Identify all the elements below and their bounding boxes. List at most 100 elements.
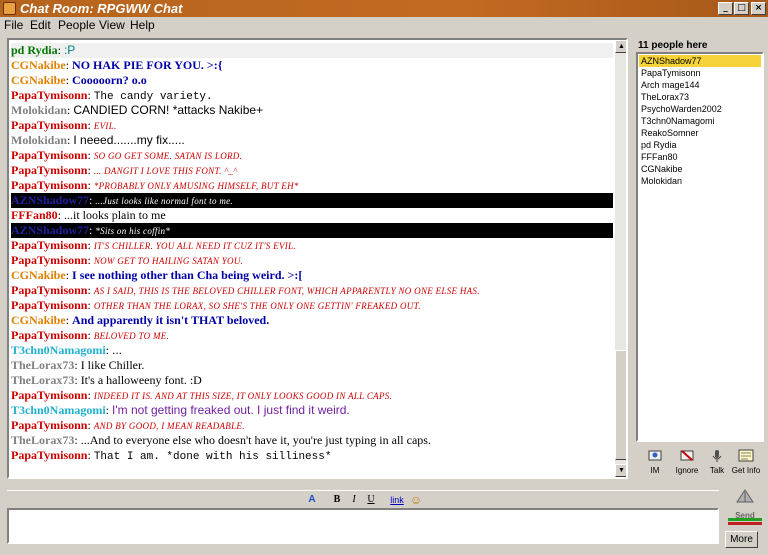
bold-button[interactable]: B xyxy=(330,493,344,507)
chat-nick[interactable]: PapaTymisonn xyxy=(11,298,87,312)
underline-button[interactable]: U xyxy=(364,493,378,507)
get-info-button[interactable]: Get Info xyxy=(731,446,761,478)
chat-message: CGNakibe: I see nothing other than Cha b… xyxy=(11,268,613,283)
smiley-button[interactable]: ☺ xyxy=(409,493,423,507)
chat-text: The candy variety. xyxy=(93,91,213,103)
user-list-item[interactable]: AZNShadow77 xyxy=(639,55,761,67)
chat-message: PapaTymisonn: INDEED IT IS. AND AT THIS … xyxy=(11,388,613,403)
chat-text: IT'S CHILLER. YOU ALL NEED IT CUZ IT'S E… xyxy=(93,241,296,251)
user-list-item[interactable]: PsychoWarden2002 xyxy=(639,103,761,115)
user-list-item[interactable]: pd Rydia xyxy=(639,139,761,151)
chat-message: FFFan80: ...it looks plain to me xyxy=(11,208,613,223)
menu-help[interactable]: Help xyxy=(130,18,155,32)
chat-nick[interactable]: PapaTymisonn xyxy=(11,253,87,267)
maximize-button[interactable]: □ xyxy=(734,2,749,15)
chat-nick[interactable]: TheLorax73 xyxy=(11,433,74,447)
user-list-item[interactable]: Arch mage144 xyxy=(639,79,761,91)
user-list[interactable]: AZNShadow77 PapaTymisonn Arch mage144 TheLo… xyxy=(636,52,764,442)
chat-nick[interactable]: AZNShadow77 xyxy=(11,223,89,237)
user-list-item[interactable]: TheLorax73 xyxy=(639,91,761,103)
user-list-item[interactable]: Molokidan xyxy=(639,175,761,187)
chat-nick[interactable]: CGNakibe xyxy=(11,313,66,327)
chat-log[interactable]: pd Rydia: :P CGNakibe: NO HAK PIE FOR YOU… xyxy=(7,38,628,479)
chat-nick[interactable]: FFFan80 xyxy=(11,208,58,222)
chat-nick[interactable]: PapaTymisonn xyxy=(11,163,87,177)
chat-nick[interactable]: Molokidan xyxy=(11,133,67,147)
scroll-up-arrow[interactable]: ▲ xyxy=(615,40,626,53)
chat-text: And apparently it isn't THAT beloved. xyxy=(72,313,270,327)
chat-nick[interactable]: PapaTymisonn xyxy=(11,448,87,462)
user-actions: IM Ignore Talk Get Info xyxy=(638,446,762,478)
chat-text: *PROBABLY ONLY AMUSING HIMSELF, BUT EH* xyxy=(93,181,299,191)
talk-button[interactable]: Talk xyxy=(702,446,732,478)
chat-message: Molokidan: CANDIED CORN! *attacks Nakibe… xyxy=(11,103,613,118)
user-list-item[interactable]: ReakoSomner xyxy=(639,127,761,139)
chat-text: CANDIED CORN! *attacks Nakibe+ xyxy=(73,103,264,117)
ignore-icon xyxy=(680,450,694,461)
chat-nick[interactable]: pd Rydia xyxy=(11,43,58,57)
ignore-button[interactable]: Ignore xyxy=(672,446,702,478)
chat-message: PapaTymisonn: AS I SAID, THIS IS THE BEL… xyxy=(11,283,613,298)
font-size-button[interactable]: A xyxy=(305,493,319,507)
chat-message: PapaTymisonn: OTHER THAN THE LORAX, SO S… xyxy=(11,298,613,313)
chat-text: ... xyxy=(112,343,123,357)
chat-nick[interactable]: Molokidan xyxy=(11,103,67,117)
chat-nick[interactable]: TheLorax73 xyxy=(11,373,74,387)
warning-meter xyxy=(728,518,762,525)
im-button[interactable]: IM xyxy=(640,446,670,478)
chat-message: PapaTymisonn: NOW GET TO HAILING SATAN Y… xyxy=(11,253,613,268)
chat-nick[interactable]: T3chn0Namagomi xyxy=(11,343,106,357)
people-count: 11 people here xyxy=(638,40,708,51)
chat-nick[interactable]: PapaTymisonn xyxy=(11,418,87,432)
chat-text: Cooooorn? o.o xyxy=(72,73,147,87)
menu-people[interactable]: People xyxy=(58,18,95,32)
chat-message: CGNakibe: And apparently it isn't THAT b… xyxy=(11,313,613,328)
chat-text: I see nothing other than Cha being weird… xyxy=(72,268,303,282)
scroll-down-arrow[interactable]: ▼ xyxy=(615,464,626,477)
chat-text: OTHER THAN THE LORAX, SO SHE'S THE ONLY … xyxy=(93,301,421,311)
chat-message: CGNakibe: NO HAK PIE FOR YOU. >:{ xyxy=(11,58,613,73)
user-list-item[interactable]: PapaTymisonn xyxy=(639,67,761,79)
chat-nick[interactable]: T3chn0Namagomi xyxy=(11,403,106,417)
menu-file[interactable]: File xyxy=(4,18,23,32)
chat-nick[interactable]: PapaTymisonn xyxy=(11,118,87,132)
chat-message: PapaTymisonn: IT'S CHILLER. YOU ALL NEED… xyxy=(11,238,613,253)
user-list-item[interactable]: FFFan80 xyxy=(639,151,761,163)
chat-nick[interactable]: CGNakibe xyxy=(11,58,66,72)
chat-nick[interactable]: PapaTymisonn xyxy=(11,178,87,192)
info-icon xyxy=(738,449,754,462)
chat-nick[interactable]: PapaTymisonn xyxy=(11,238,87,252)
chat-text: It's a halloweeny font. :D xyxy=(80,373,202,387)
user-list-item[interactable]: T3chn0Namagomi xyxy=(639,115,761,127)
scroll-thumb[interactable] xyxy=(615,350,626,460)
chat-message: TheLorax73: I like Chiller. xyxy=(11,358,613,373)
user-list-item[interactable]: CGNakibe xyxy=(639,163,761,175)
more-button[interactable]: More xyxy=(725,531,758,548)
chat-text: ...it looks plain to me xyxy=(64,208,166,222)
menu-view[interactable]: View xyxy=(99,18,125,32)
chat-nick[interactable]: CGNakibe xyxy=(11,268,66,282)
chat-text: NO HAK PIE FOR YOU. >:{ xyxy=(72,58,223,72)
chat-scrollbar[interactable]: ▲ ▼ xyxy=(615,40,626,477)
message-input[interactable] xyxy=(7,508,719,544)
send-button[interactable]: Send xyxy=(728,488,762,520)
talk-label: Talk xyxy=(709,466,725,475)
chat-nick[interactable]: PapaTymisonn xyxy=(11,88,87,102)
minimize-button[interactable]: _ xyxy=(718,2,733,15)
chat-nick[interactable]: PapaTymisonn xyxy=(11,148,87,162)
chat-nick[interactable]: PapaTymisonn xyxy=(11,283,87,297)
chat-message: PapaTymisonn: The candy variety. xyxy=(11,88,613,103)
chat-nick[interactable]: AZNShadow77 xyxy=(11,193,89,207)
italic-button[interactable]: I xyxy=(347,493,361,507)
chat-nick[interactable]: CGNakibe xyxy=(11,73,66,87)
chat-nick[interactable]: PapaTymisonn xyxy=(11,328,87,342)
close-button[interactable]: × xyxy=(751,2,766,15)
chat-text: ...Just looks like normal font to me. xyxy=(95,196,233,206)
chat-nick[interactable]: TheLorax73 xyxy=(11,358,74,372)
menu-edit[interactable]: Edit xyxy=(30,18,51,32)
title-bar[interactable]: Chat Room: RPGWW Chat _ □ × xyxy=(0,0,768,17)
chat-nick[interactable]: PapaTymisonn xyxy=(11,388,87,402)
talk-icon xyxy=(712,450,722,462)
chat-text: SO GO GET SOME. SATAN IS LORD. xyxy=(93,151,243,161)
link-button[interactable]: link xyxy=(387,493,407,507)
